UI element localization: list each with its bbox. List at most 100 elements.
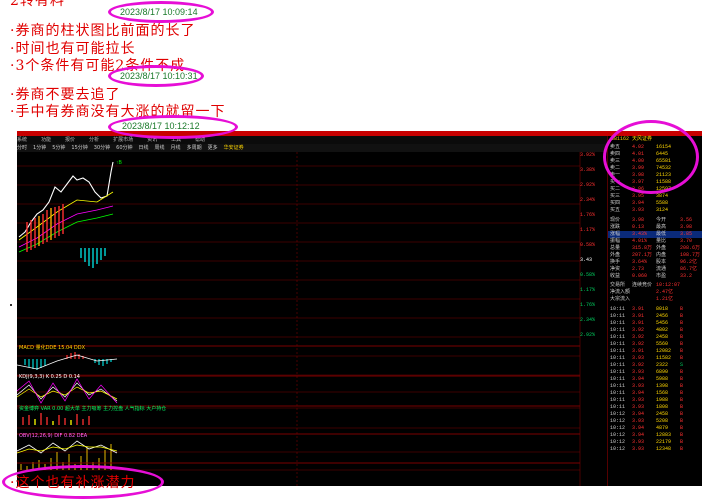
period-tab[interactable]: 日线 — [139, 145, 149, 151]
buy-level: 买五 3.93 3124 — [608, 207, 702, 214]
tick-row-cell: B — [680, 397, 684, 403]
stat-row-cell: 现价 — [610, 217, 621, 223]
kdj-label: KDJ(9,3,3) K 0.25 D 0.14 — [19, 374, 80, 380]
tick-row-cell: 3.91 — [632, 320, 645, 326]
tick-row-cell: 5560 — [656, 341, 669, 347]
tick-row-cell: 10:11 — [610, 327, 626, 333]
tick-row: 10:11 3.92 4802 B — [608, 327, 702, 334]
stat-row-cell: 市盈 — [656, 273, 667, 279]
tick-row-cell: 10:11 — [610, 334, 626, 340]
tick-row-cell: 1398 — [656, 383, 669, 389]
tick-row-cell: 3.94 — [632, 425, 645, 431]
menu-item[interactable]: 系统 — [17, 137, 27, 143]
stat-row-cell: 最高 — [656, 224, 667, 230]
axis-tick-label: 3.38% — [580, 167, 596, 173]
stat-row: 换手 3.64% 股本 96.2亿 — [608, 259, 702, 266]
period-tab[interactable]: 5分钟 — [52, 145, 65, 151]
tick-row-cell: 3.93 — [632, 355, 645, 361]
tick-row-cell: 10:11 — [610, 341, 626, 347]
period-tab[interactable]: 60分钟 — [116, 145, 132, 151]
menu-item[interactable]: 功能 — [41, 137, 51, 143]
tick-row-cell: B — [680, 383, 684, 389]
indicator-macd — [17, 345, 580, 370]
stat-row-cell: 总量 — [610, 245, 621, 251]
obv-label: OBV(12,26,9) DIF 0.82 DEA — [19, 433, 88, 439]
tick-row-cell: 10:11 — [610, 306, 626, 312]
tick-row-cell: 3.94 — [632, 376, 645, 382]
stat-row-cell: 108.7万 — [680, 252, 701, 258]
stat-row-cell: 涨跌 — [610, 224, 621, 230]
flow-row-cell: 连续竞价 — [632, 282, 653, 288]
tick-row-cell: 2458 — [656, 411, 669, 417]
tick-row-cell: 3.93 — [632, 369, 645, 375]
period-tab[interactable]: 30分钟 — [94, 145, 110, 151]
menu-item[interactable]: 分析 — [89, 137, 99, 143]
stock-name-label: 华安证券 — [223, 145, 244, 151]
tick-row-cell: 2458 — [656, 334, 669, 340]
period-tab[interactable]: 分时 — [17, 145, 27, 151]
period-tab[interactable]: 1分钟 — [33, 145, 46, 151]
tick-row-cell: B — [680, 425, 684, 431]
tick-row-cell: 5988 — [656, 376, 669, 382]
tick-row-cell: B — [680, 334, 684, 340]
annotation-ring-3 — [108, 115, 238, 139]
tick-row-cell: B — [680, 355, 684, 361]
buy-level-cell: 买三 — [610, 193, 621, 199]
bullet-dot — [10, 304, 12, 306]
annotation-ring-top-right — [603, 120, 699, 194]
tick-row-cell: B — [680, 411, 684, 417]
tick-row-cell: 10:12 — [610, 439, 626, 445]
tick-row-cell: 3.94 — [632, 390, 645, 396]
tick-row-cell: B — [680, 327, 684, 333]
tick-row-cell: 1988 — [656, 397, 669, 403]
stat-row-cell: 流通 — [656, 266, 667, 272]
macd-label: MACD 量化DDE 15.04 DDX — [19, 345, 86, 351]
stat-row-cell: 33.2 — [680, 273, 693, 279]
stat-row-cell: 3.70 — [680, 238, 693, 244]
stat-row-cell: 0.13 — [632, 224, 645, 230]
svg-text:↑B: ↑B — [116, 160, 123, 166]
stat-row-cell: 外盘 — [656, 245, 667, 251]
stat-row-cell: 换手 — [610, 259, 621, 265]
axis-tick-label: 1.76% — [580, 212, 596, 218]
axis-tick-label: 1.76% — [580, 302, 596, 308]
tick-row-cell: 1568 — [656, 390, 669, 396]
axis-tick-label: 2.34% — [580, 197, 596, 203]
tick-row-cell: 10:11 — [610, 313, 626, 319]
period-tab[interactable]: 多周期 — [187, 145, 202, 151]
tick-row-cell: 10:12 — [610, 432, 626, 438]
period-tab[interactable]: 周线 — [155, 145, 165, 151]
buy-level-cell: 买二 — [610, 186, 621, 192]
tick-row: 10:12 3.94 2458 B — [608, 411, 702, 418]
tick-row-cell: 3.91 — [632, 313, 645, 319]
period-tab[interactable]: 月线 — [171, 145, 181, 151]
tick-row-cell: 3.93 — [632, 439, 645, 445]
tick-row-cell: B — [680, 320, 684, 326]
flow-row-cell: 大宗流入 — [610, 296, 631, 302]
tick-row-cell: 10:11 — [610, 390, 626, 396]
tick-row-cell: 3.93 — [632, 383, 645, 389]
buy-level-cell: 3.93 — [632, 207, 645, 213]
stat-row-cell: 208.6万 — [680, 245, 701, 251]
tick-row-cell: B — [680, 404, 684, 410]
stat-row-cell: 3.56 — [680, 217, 693, 223]
menu-item[interactable]: 扩展市场 — [113, 137, 133, 143]
flow-label: 资金博弈 VAR 0.00 超大单 主力吸筹 主力控盘 人气指标 大户持仓 — [19, 406, 167, 412]
stat-row-cell: 今开 — [656, 217, 667, 223]
tick-row: 10:11 3.93 6890 B — [608, 369, 702, 376]
menu-item[interactable]: 报价 — [65, 137, 75, 143]
tick-row: 10:11 3.94 5988 B — [608, 376, 702, 383]
axis-tick-label: 3.43 — [580, 257, 593, 263]
stat-row: 涨跌 0.13 最高 3.98 — [608, 224, 702, 231]
tick-row-cell: 10:11 — [610, 355, 626, 361]
flow-row-cell: 2.47亿 — [656, 289, 674, 295]
buy-level-cell: 3874 — [656, 193, 669, 199]
stat-row: 净资 2.73 流通 86.7亿 — [608, 266, 702, 273]
tick-row-cell: 22179 — [656, 439, 672, 445]
stat-row-cell: 3.85 — [680, 231, 693, 237]
buy-level-cell: 买五 — [610, 207, 621, 213]
period-tab[interactable]: 更多 — [208, 145, 218, 151]
menu-bar: 系统 功能 报价 分析 扩展市场 资讯 工具 帮助 — [17, 136, 702, 144]
period-tab[interactable]: 15分钟 — [71, 145, 87, 151]
indicator-obv — [17, 433, 580, 464]
